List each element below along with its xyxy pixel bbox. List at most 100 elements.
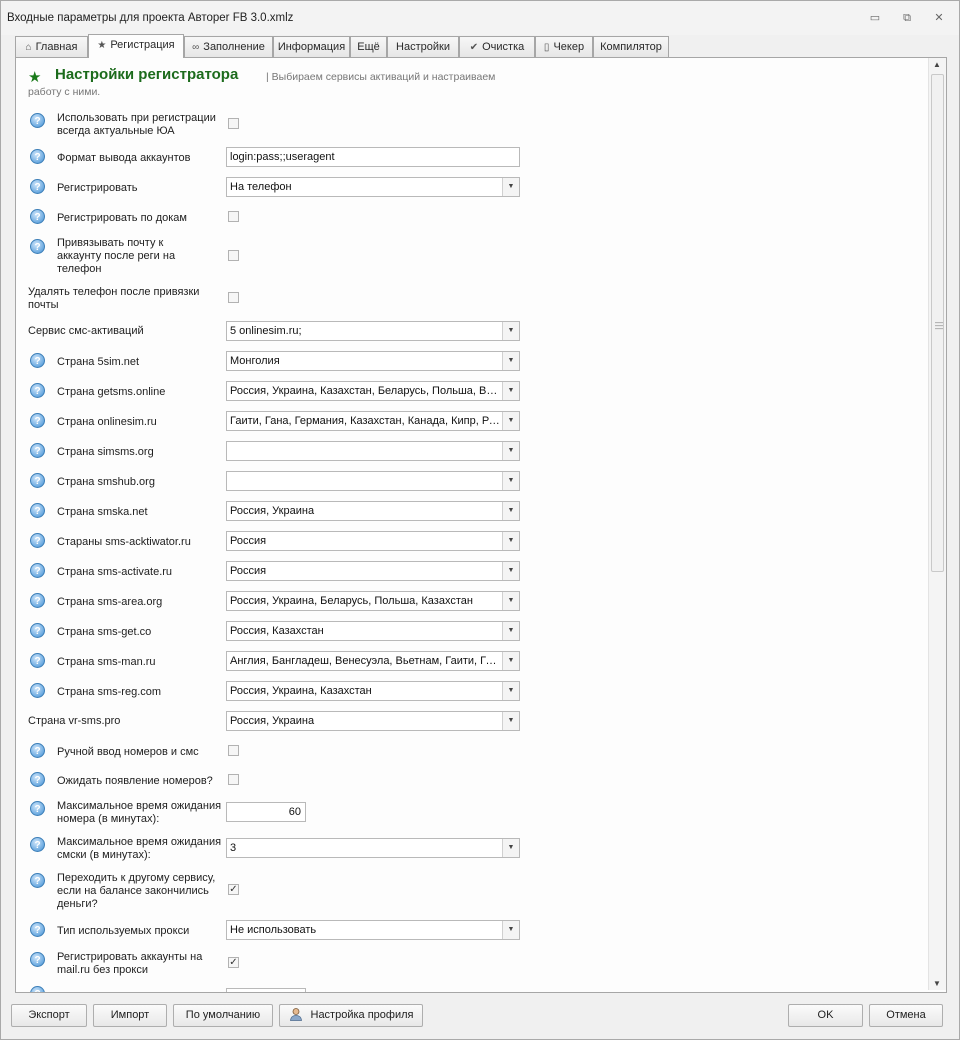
tab-label: Ещё — [357, 41, 380, 53]
help-icon[interactable]: ? — [30, 837, 45, 852]
scroll-down-icon[interactable]: ▼ — [933, 979, 941, 988]
help-icon[interactable]: ? — [30, 653, 45, 668]
mail-no-proxy-checkbox[interactable]: ✓ — [228, 957, 239, 968]
tab-main[interactable]: ⌂ Главная — [15, 36, 88, 57]
tab-settings[interactable]: Настройки — [387, 36, 459, 57]
bind-mail-label: Привязывать почту к аккаунту после реги … — [57, 237, 176, 275]
mail-no-proxy-label: Регистрировать аккаунты на mail.ru без п… — [57, 951, 203, 976]
chevron-down-icon[interactable]: ▼ — [502, 472, 519, 490]
help-icon[interactable]: ? — [30, 683, 45, 698]
help-icon[interactable]: ? — [30, 179, 45, 194]
chevron-down-icon[interactable]: ▼ — [502, 322, 519, 340]
chevron-down-icon[interactable]: ▼ — [502, 839, 519, 857]
restore-button[interactable]: ⧉ — [897, 9, 917, 27]
chevron-down-icon[interactable]: ▼ — [502, 652, 519, 670]
profile-settings-button[interactable]: Настройка профиля — [279, 1004, 423, 1027]
sms-service-value: 5 onlinesim.ru; — [230, 325, 302, 337]
proxy-type-select[interactable]: Не использовать ▼ — [226, 920, 520, 940]
help-icon[interactable]: ? — [30, 772, 45, 787]
tab-compiler[interactable]: Компилятор — [593, 36, 669, 57]
import-button[interactable]: Импорт — [93, 1004, 167, 1027]
sms-service-select[interactable]: 5 onlinesim.ru; ▼ — [226, 321, 520, 341]
close-button[interactable]: ✕ — [929, 9, 949, 27]
wait-numbers-checkbox[interactable] — [228, 774, 239, 785]
chevron-down-icon[interactable]: ▼ — [502, 712, 519, 730]
country-getsms-select[interactable]: Россия, Украина, Казахстан, Беларусь, По… — [226, 381, 520, 401]
account-format-input[interactable]: login:pass;;useragent — [226, 147, 520, 167]
help-icon[interactable]: ? — [30, 113, 45, 128]
country-smska-select[interactable]: Россия, Украина ▼ — [226, 501, 520, 521]
default-button[interactable]: По умолчанию — [173, 1004, 273, 1027]
bind-mail-checkbox[interactable] — [228, 250, 239, 261]
vertical-scrollbar[interactable]: ▲ — — — ▼ — [928, 58, 946, 990]
tab-filling[interactable]: ∞ Заполнение — [184, 36, 273, 57]
tab-label: Компилятор — [600, 41, 662, 53]
help-icon[interactable]: ? — [30, 533, 45, 548]
help-icon[interactable]: ? — [30, 503, 45, 518]
country-activate-select[interactable]: Россия ▼ — [226, 561, 520, 581]
help-icon[interactable]: ? — [30, 383, 45, 398]
chevron-down-icon[interactable]: ▼ — [502, 502, 519, 520]
chevron-down-icon[interactable]: ▼ — [502, 562, 519, 580]
profile-button-label: Настройка профиля — [310, 1009, 414, 1021]
actual-ua-checkbox[interactable] — [228, 118, 239, 129]
manual-input-checkbox[interactable] — [228, 745, 239, 756]
tab-label: Очистка — [482, 41, 525, 53]
register-select[interactable]: На телефон ▼ — [226, 177, 520, 197]
tab-cleanup[interactable]: ✔ Очистка — [459, 36, 535, 57]
country-vr-select[interactable]: Россия, Украина ▼ — [226, 711, 520, 731]
chevron-down-icon[interactable]: ▼ — [502, 622, 519, 640]
help-icon[interactable]: ? — [30, 801, 45, 816]
help-icon[interactable]: ? — [30, 413, 45, 428]
max-wait-sms-select[interactable]: 3 ▼ — [226, 838, 520, 858]
chevron-down-icon[interactable]: ▼ — [502, 532, 519, 550]
help-icon[interactable]: ? — [30, 952, 45, 967]
scroll-up-icon[interactable]: ▲ — [933, 60, 941, 69]
switch-service-checkbox[interactable]: ✓ — [228, 884, 239, 895]
max-wait-number-input[interactable]: 60 — [226, 802, 306, 822]
country-get-select[interactable]: Россия, Казахстан ▼ — [226, 621, 520, 641]
country-acktiwator-select[interactable]: Россия ▼ — [226, 531, 520, 551]
country-reg-select[interactable]: Россия, Украина, Казахстан ▼ — [226, 681, 520, 701]
register-docs-checkbox[interactable] — [228, 211, 239, 222]
scrollbar-thumb[interactable]: — — — — [931, 74, 944, 572]
help-icon[interactable]: ? — [30, 623, 45, 638]
tab-registration[interactable]: ★ Регистрация — [88, 34, 184, 58]
chevron-down-icon[interactable]: ▼ — [502, 412, 519, 430]
help-icon[interactable]: ? — [30, 149, 45, 164]
partial-input[interactable] — [226, 988, 306, 992]
chevron-down-icon[interactable]: ▼ — [502, 382, 519, 400]
tab-information[interactable]: Информация — [273, 36, 350, 57]
help-icon[interactable]: ? — [30, 473, 45, 488]
country-smshub-select[interactable]: ▼ — [226, 471, 520, 491]
help-icon[interactable]: ? — [30, 209, 45, 224]
chevron-down-icon[interactable]: ▼ — [502, 592, 519, 610]
delete-phone-checkbox[interactable] — [228, 292, 239, 303]
chevron-down-icon[interactable]: ▼ — [502, 682, 519, 700]
help-icon[interactable]: ? — [30, 563, 45, 578]
help-icon[interactable]: ? — [30, 743, 45, 758]
country-onlinesim-select[interactable]: Гаити, Гана, Германия, Казахстан, Канада… — [226, 411, 520, 431]
country-area-select[interactable]: Россия, Украина, Беларусь, Польша, Казах… — [226, 591, 520, 611]
cancel-button[interactable]: Отмена — [869, 1004, 943, 1027]
export-button[interactable]: Экспорт — [11, 1004, 87, 1027]
tab-more[interactable]: Ещё — [350, 36, 387, 57]
chevron-down-icon[interactable]: ▼ — [502, 442, 519, 460]
help-icon[interactable]: ? — [30, 239, 45, 254]
country-simsms-select[interactable]: ▼ — [226, 441, 520, 461]
chevron-down-icon[interactable]: ▼ — [502, 178, 519, 196]
country-smshub-label: Страна smshub.org — [57, 476, 155, 488]
help-icon[interactable]: ? — [30, 922, 45, 937]
tab-checker[interactable]: ▯ Чекер — [535, 36, 593, 57]
ok-button[interactable]: OK — [788, 1004, 863, 1027]
country-man-select[interactable]: Англия, Бангладеш, Венесуэла, Вьетнам, Г… — [226, 651, 520, 671]
chevron-down-icon[interactable]: ▼ — [502, 921, 519, 939]
help-icon[interactable]: ? — [30, 873, 45, 888]
minimize-button[interactable]: ▭ — [865, 9, 885, 27]
help-icon[interactable]: ? — [30, 353, 45, 368]
country-5sim-select[interactable]: Монголия ▼ — [226, 351, 520, 371]
chevron-down-icon[interactable]: ▼ — [502, 352, 519, 370]
help-icon[interactable]: ? — [30, 986, 45, 992]
help-icon[interactable]: ? — [30, 443, 45, 458]
help-icon[interactable]: ? — [30, 593, 45, 608]
